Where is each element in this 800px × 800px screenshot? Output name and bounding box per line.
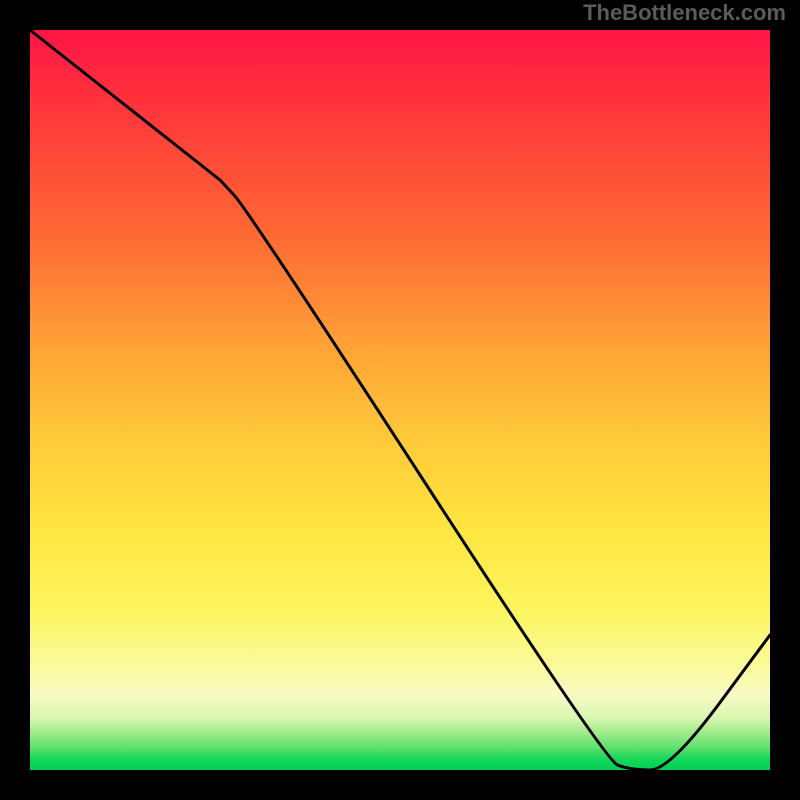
chart-frame <box>30 30 770 770</box>
watermark-text: TheBottleneck.com <box>583 0 786 26</box>
bottleneck-curve <box>30 30 770 770</box>
